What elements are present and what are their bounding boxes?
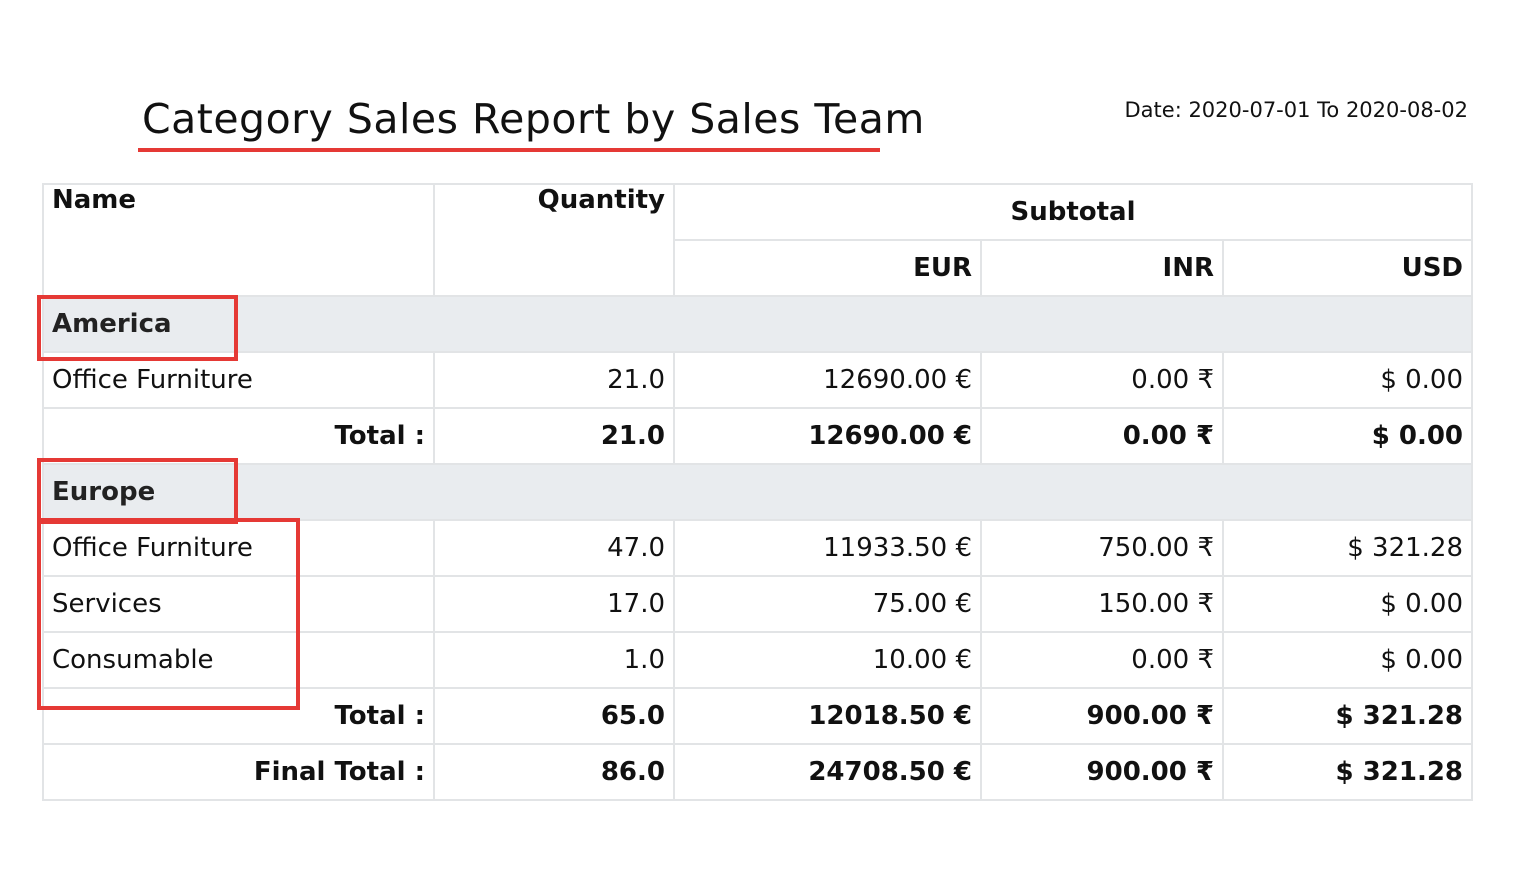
total-usd: $ 321.28 xyxy=(1221,687,1474,745)
row-inr: 0.00 ₹ xyxy=(980,631,1224,689)
group-row-america: America xyxy=(41,295,1474,353)
row-quantity: 17.0 xyxy=(433,575,675,633)
total-label: Total : xyxy=(42,407,435,465)
row-eur: 12690.00 € xyxy=(673,351,982,409)
sales-report-table: Name Quantity Subtotal EUR INR USD Ameri… xyxy=(41,183,1474,801)
title-underline-highlight xyxy=(138,148,880,152)
total-quantity: 21.0 xyxy=(433,407,675,465)
column-header-name: Name xyxy=(42,183,435,297)
final-total-eur: 24708.50 € xyxy=(673,743,982,801)
row-inr: 150.00 ₹ xyxy=(980,575,1224,633)
row-usd: $ 0.00 xyxy=(1221,351,1474,409)
row-quantity: 1.0 xyxy=(433,631,675,689)
column-header-usd: USD xyxy=(1221,239,1474,297)
report-date-range: Date: 2020-07-01 To 2020-08-02 xyxy=(1124,98,1469,122)
total-inr: 0.00 ₹ xyxy=(980,407,1224,465)
final-total-usd: $ 321.28 xyxy=(1221,743,1474,801)
total-eur: 12018.50 € xyxy=(673,687,982,745)
row-eur: 10.00 € xyxy=(673,631,982,689)
row-quantity: 21.0 xyxy=(433,351,675,409)
column-header-subtotal: Subtotal xyxy=(672,183,1474,241)
row-usd: $ 0.00 xyxy=(1221,575,1474,633)
group-total-row-europe: Total : 65.0 12018.50 € 900.00 ₹ $ 321.2… xyxy=(42,687,1474,745)
column-header-quantity: Quantity xyxy=(433,183,675,297)
final-total-row: Final Total : 86.0 24708.50 € 900.00 ₹ $… xyxy=(42,743,1474,801)
table-row: Office Furniture 21.0 12690.00 € 0.00 ₹ … xyxy=(42,351,1474,409)
row-inr: 750.00 ₹ xyxy=(980,519,1224,577)
row-eur: 75.00 € xyxy=(673,575,982,633)
row-eur: 11933.50 € xyxy=(673,519,982,577)
column-header-eur: EUR xyxy=(673,239,982,297)
column-header-inr: INR xyxy=(980,239,1224,297)
group-total-row-america: Total : 21.0 12690.00 € 0.00 ₹ $ 0.00 xyxy=(42,407,1474,465)
final-total-label: Final Total : xyxy=(42,743,435,801)
row-usd: $ 0.00 xyxy=(1221,631,1474,689)
total-usd: $ 0.00 xyxy=(1221,407,1474,465)
row-name: Office Furniture xyxy=(42,519,435,577)
row-name: Services xyxy=(42,575,435,633)
group-row-europe: Europe xyxy=(41,463,1474,521)
table-row: Office Furniture 47.0 11933.50 € 750.00 … xyxy=(42,519,1474,577)
report-title: Category Sales Report by Sales Team xyxy=(142,95,925,143)
row-name: Consumable xyxy=(42,631,435,689)
total-quantity: 65.0 xyxy=(433,687,675,745)
table-row: Services 17.0 75.00 € 150.00 ₹ $ 0.00 xyxy=(42,575,1474,633)
row-quantity: 47.0 xyxy=(433,519,675,577)
row-name: Office Furniture xyxy=(42,351,435,409)
total-eur: 12690.00 € xyxy=(673,407,982,465)
final-total-quantity: 86.0 xyxy=(433,743,675,801)
group-name: America xyxy=(41,295,1474,353)
group-name: Europe xyxy=(41,463,1474,521)
total-inr: 900.00 ₹ xyxy=(980,687,1224,745)
total-label: Total : xyxy=(42,687,435,745)
table-row: Consumable 1.0 10.00 € 0.00 ₹ $ 0.00 xyxy=(42,631,1474,689)
row-inr: 0.00 ₹ xyxy=(980,351,1224,409)
header-row: Name Quantity Subtotal xyxy=(42,183,1474,297)
row-usd: $ 321.28 xyxy=(1221,519,1474,577)
final-total-inr: 900.00 ₹ xyxy=(980,743,1224,801)
